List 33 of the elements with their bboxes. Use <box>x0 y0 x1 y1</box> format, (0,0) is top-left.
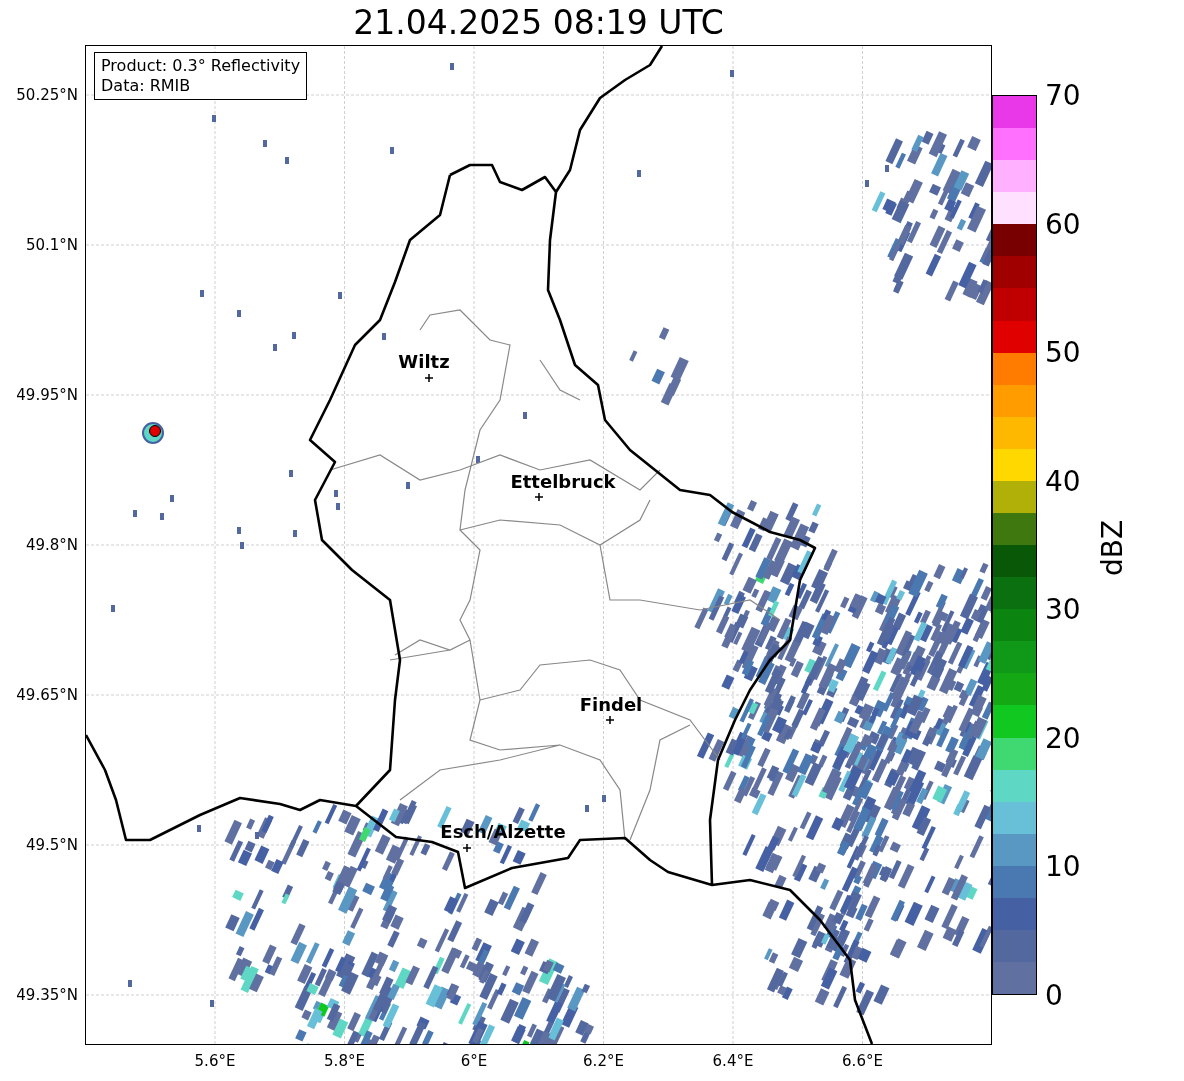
info-text: Data: RMIB <box>101 76 192 96</box>
longitude-label: 5.6°E <box>194 1052 236 1070</box>
colorbar-label: dBZ <box>1095 519 1129 577</box>
city-label: Wiltz <box>398 351 450 372</box>
colorbar-tick-label: 10 <box>1045 849 1081 883</box>
latitude-label: 49.35°N <box>16 986 78 1004</box>
colorbar-tick-label: 40 <box>1045 464 1081 498</box>
latitude-label: 50.25°N <box>16 86 78 104</box>
city-marker-icon <box>462 843 472 853</box>
latitude-label: 49.5°N <box>25 836 78 854</box>
latitude-label: 49.65°N <box>16 686 78 704</box>
city-marker-icon <box>424 373 434 383</box>
city-label: Ettelbruck <box>510 471 616 492</box>
chart-title: 21.04.2025 08:19 UTC <box>352 2 725 44</box>
info-text: Product: 0.3° Reflectivity <box>101 56 301 76</box>
longitude-label: 5.8°E <box>324 1052 365 1070</box>
longitude-label: 6.2°E <box>583 1052 624 1070</box>
latitude-label: 49.8°N <box>25 536 78 554</box>
longitude-label: 6.6°E <box>842 1052 883 1070</box>
latitude-label: 50.1°N <box>25 236 78 254</box>
colorbar-tick-label: 30 <box>1045 592 1081 626</box>
colorbar-tick-label: 70 <box>1045 78 1081 112</box>
radar-site-icon <box>142 422 164 444</box>
colorbar-tick-label: 50 <box>1045 335 1081 369</box>
longitude-label: 6°E <box>460 1052 488 1070</box>
colorbar-tick-label: 0 <box>1045 978 1063 1012</box>
colorbar-tick-label: 20 <box>1045 721 1081 755</box>
colorbar-tick-label: 60 <box>1045 207 1081 241</box>
city-marker-icon <box>605 715 615 725</box>
city-marker-icon <box>534 492 544 502</box>
latitude-label: 49.95°N <box>16 386 78 404</box>
longitude-label: 6.4°E <box>712 1052 754 1070</box>
city-label: Findel <box>579 694 643 715</box>
